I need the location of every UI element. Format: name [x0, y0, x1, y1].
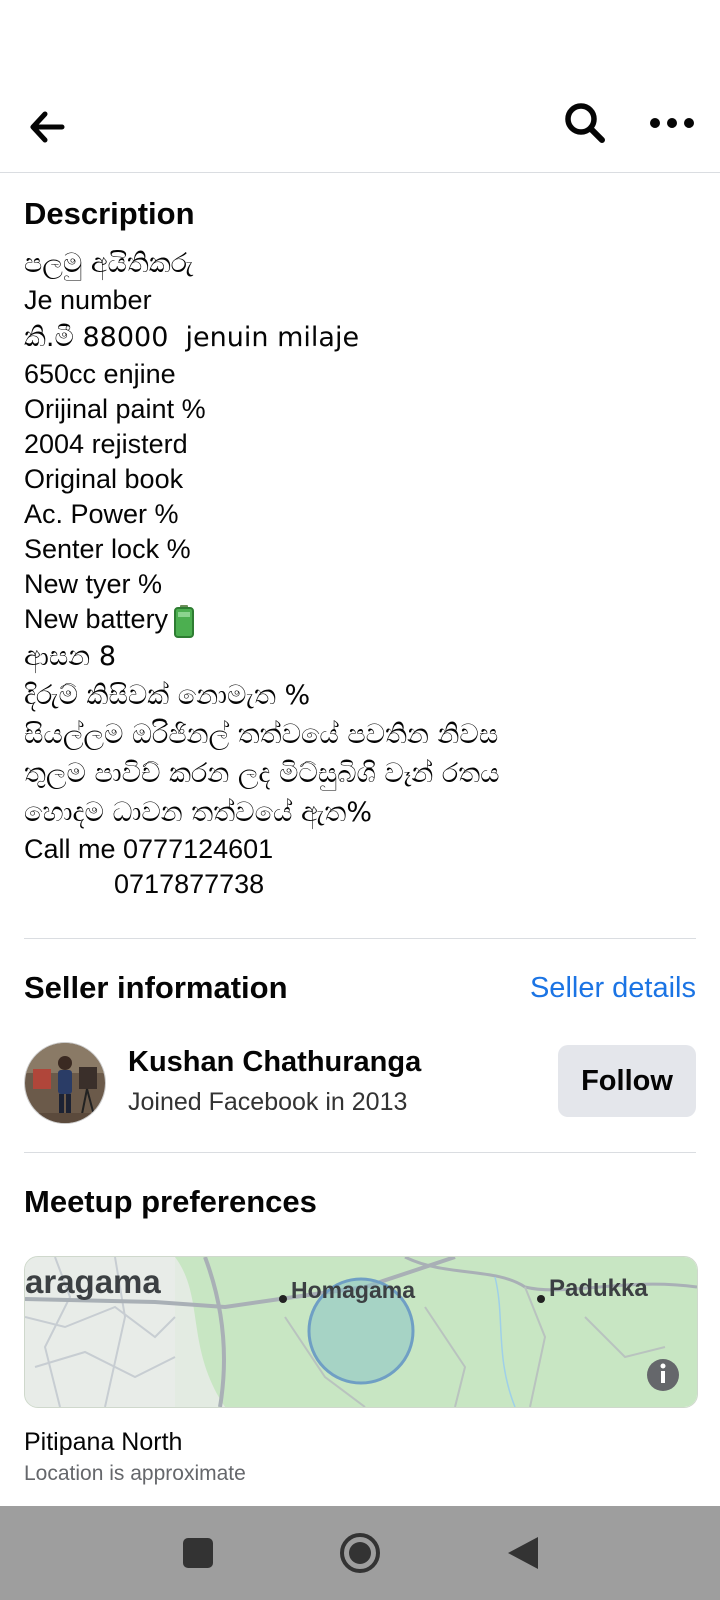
description-line: Call me 0777124601: [24, 834, 274, 864]
description-line: කි.මී 88000 jenuin milaje: [24, 322, 360, 353]
description-line: හොදම ධාවන තත්වයේ ඇත%: [24, 797, 372, 828]
location-map[interactable]: aragama Homagama Padukka: [24, 1256, 698, 1408]
top-bar: [0, 80, 720, 173]
description-text: පලමු අයිතිකරු Je number කි.මී 88000 jenu…: [24, 244, 500, 902]
description-line: Orijinal paint %: [24, 394, 206, 424]
battery-icon: [174, 604, 195, 638]
description-title: Description: [24, 196, 195, 231]
arrow-left-icon: [30, 111, 65, 143]
more-options-button[interactable]: [642, 96, 702, 150]
circle-icon: [340, 1533, 380, 1573]
map-label-padukka: Padukka: [549, 1275, 648, 1302]
description-line-text: New battery: [24, 604, 169, 634]
map-label-aragama: aragama: [25, 1263, 161, 1300]
description-line: 0717877738: [24, 869, 265, 899]
map-label-homagama: Homagama: [291, 1277, 415, 1303]
description-line: පලමු අයිතිකරු: [24, 248, 194, 279]
description-line: 2004 rejisterd: [24, 429, 188, 459]
seller-name[interactable]: Kushan Chathuranga: [128, 1046, 421, 1079]
avatar-image: [25, 1043, 105, 1123]
back-button[interactable]: [22, 102, 72, 152]
description-line-battery: New battery: [24, 602, 500, 638]
info-icon[interactable]: [647, 1359, 679, 1391]
square-icon: [183, 1538, 213, 1568]
seller-avatar[interactable]: [24, 1042, 106, 1124]
description-line: Original book: [24, 464, 184, 494]
description-line: New tyer %: [24, 569, 163, 599]
description-line: තුලම පාවිච් කරන ලද මිට්සුබිශි වෑන් රතය: [24, 758, 500, 789]
seller-details-link[interactable]: Seller details: [530, 972, 696, 1005]
search-button[interactable]: [558, 96, 612, 150]
seller-joined-date: Joined Facebook in 2013: [128, 1088, 408, 1116]
location-name: Pitipana North: [24, 1428, 183, 1456]
seller-information-title: Seller information: [24, 970, 288, 1005]
search-icon: [565, 103, 605, 143]
description-line: සියල්ලම ඔරිජිනල් තත්වයේ පවතින නිවස: [24, 719, 499, 750]
back-nav-button[interactable]: [498, 1528, 548, 1578]
system-navigation-bar: [0, 1506, 720, 1600]
description-line: දිරුම් කිසිවක් නොමැත %: [24, 680, 311, 711]
more-horizontal-icon: [650, 118, 694, 128]
description-line: 650cc enjine: [24, 359, 176, 389]
location-approximate-note: Location is approximate: [24, 1462, 246, 1485]
description-line: Je number: [24, 285, 152, 315]
follow-button[interactable]: Follow: [558, 1045, 696, 1117]
recents-button[interactable]: [173, 1528, 223, 1578]
description-line: Ac. Power %: [24, 499, 179, 529]
description-line: Senter lock %: [24, 534, 191, 564]
home-button[interactable]: [335, 1528, 385, 1578]
divider: [24, 1152, 696, 1153]
triangle-back-icon: [508, 1537, 538, 1569]
description-line: ආසන 8: [24, 641, 116, 672]
divider: [24, 938, 696, 939]
meetup-preferences-title: Meetup preferences: [24, 1184, 317, 1219]
